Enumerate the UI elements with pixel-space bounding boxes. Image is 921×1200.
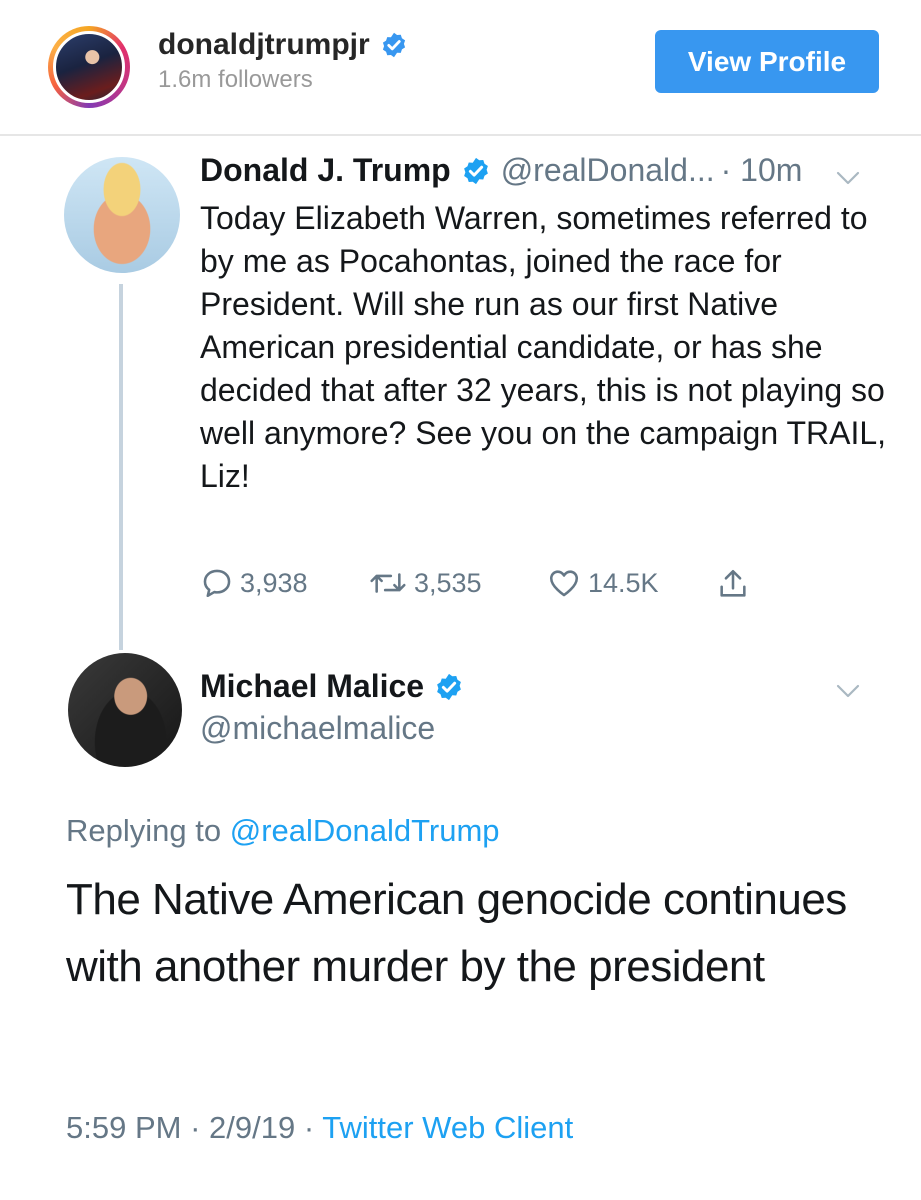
tweet2-footer: 5:59 PM · 2/9/19 · Twitter Web Client (66, 1110, 573, 1146)
like-count: 14.5K (588, 567, 659, 598)
tweet2-date: 2/9/19 (209, 1110, 296, 1145)
tweet1-timestamp[interactable]: · 10m (721, 152, 803, 189)
tweet2-author-handle[interactable]: @michaelmalice (200, 710, 435, 747)
footer-separator: · (190, 1110, 201, 1145)
tweet2-text: The Native American genocide continues w… (66, 875, 847, 991)
tweet1-text: Today Elizabeth Warren, sometimes referr… (200, 200, 887, 494)
tweet1-avatar[interactable] (64, 157, 180, 273)
reply-icon (203, 569, 231, 598)
tweet2-author-name[interactable]: Michael Malice (200, 668, 424, 705)
reply-action[interactable]: 3,938 (200, 566, 308, 600)
view-profile-button[interactable]: View Profile (655, 30, 879, 93)
retweet-count: 3,535 (414, 567, 482, 598)
retweet-action[interactable]: 3,535 (368, 566, 482, 600)
verified-badge-icon (463, 157, 488, 184)
like-action[interactable]: 14.5K (546, 566, 659, 600)
tweet2-time: 5:59 PM (66, 1110, 182, 1145)
thread-connector-line (119, 284, 123, 650)
like-icon (549, 570, 579, 597)
reply-count: 3,938 (240, 567, 308, 598)
tweet2-client-link[interactable]: Twitter Web Client (322, 1110, 573, 1145)
tweet2-author-row: Michael Malice (200, 668, 464, 705)
share-action[interactable] (716, 566, 750, 602)
replying-to-mention[interactable]: @realDonaldTrump (230, 813, 500, 848)
replying-to-prefix: Replying to (66, 813, 222, 848)
profile-avatar-ring[interactable] (48, 26, 130, 108)
tweet1-header: Donald J. Trump @realDonald... · 10m (200, 152, 802, 189)
chevron-down-icon[interactable] (836, 170, 860, 186)
profile-username-row[interactable]: donaldjtrumpjr (158, 28, 408, 62)
followers-count: 1.6m followers (158, 66, 313, 93)
footer-separator: · (303, 1110, 315, 1145)
share-icon (720, 569, 746, 597)
tweet1-author-name[interactable]: Donald J. Trump (200, 152, 451, 189)
retweet-icon (370, 573, 406, 593)
instagram-header: donaldjtrumpjr 1.6m followers View Profi… (0, 0, 921, 136)
tweet1-actions: 3,938 3,535 14.5K (200, 566, 860, 606)
chevron-down-icon[interactable] (836, 683, 860, 699)
replying-to-line: Replying to @realDonaldTrump (66, 813, 500, 849)
profile-username[interactable]: donaldjtrumpjr (158, 28, 370, 62)
tweet2-avatar[interactable] (68, 653, 182, 767)
tweet1-author-handle[interactable]: @realDonald... (501, 152, 715, 189)
verified-badge-icon (382, 32, 405, 58)
verified-badge-icon (437, 673, 461, 700)
profile-avatar[interactable] (53, 31, 125, 103)
